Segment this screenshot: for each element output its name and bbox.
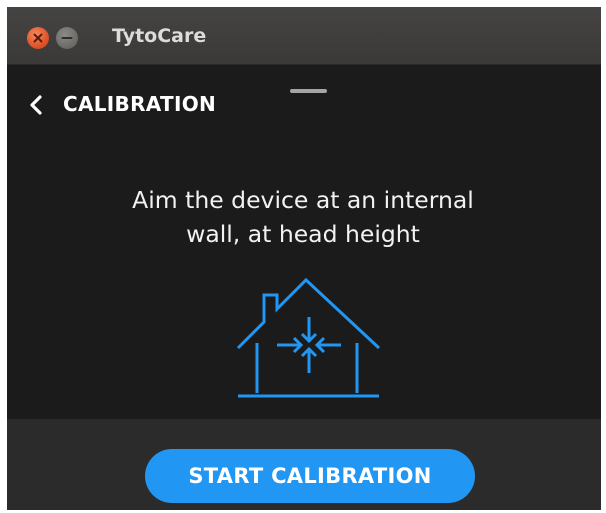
chevron-left-icon[interactable]	[27, 94, 45, 116]
instruction-line-1: Aim the device at an internal	[132, 186, 474, 214]
footer-bar: START CALIBRATION	[7, 419, 601, 510]
window-title: TytoCare	[112, 25, 207, 47]
minimize-button[interactable]	[56, 27, 78, 49]
page-title: CALIBRATION	[63, 92, 217, 116]
app-window: TytoCare CALIBRATION Aim the device at a…	[7, 7, 601, 510]
drag-handle[interactable]	[290, 89, 327, 93]
close-button[interactable]	[27, 27, 49, 49]
start-calibration-button[interactable]: START CALIBRATION	[145, 449, 475, 503]
close-icon	[33, 33, 43, 43]
instruction-text: Aim the device at an internal wall, at h…	[7, 183, 601, 251]
instruction-line-2: wall, at head height	[186, 220, 420, 248]
house-arrows-icon	[236, 277, 381, 398]
minimize-icon	[61, 37, 73, 39]
page-header: CALIBRATION	[7, 65, 601, 135]
title-bar[interactable]: TytoCare	[7, 7, 601, 65]
